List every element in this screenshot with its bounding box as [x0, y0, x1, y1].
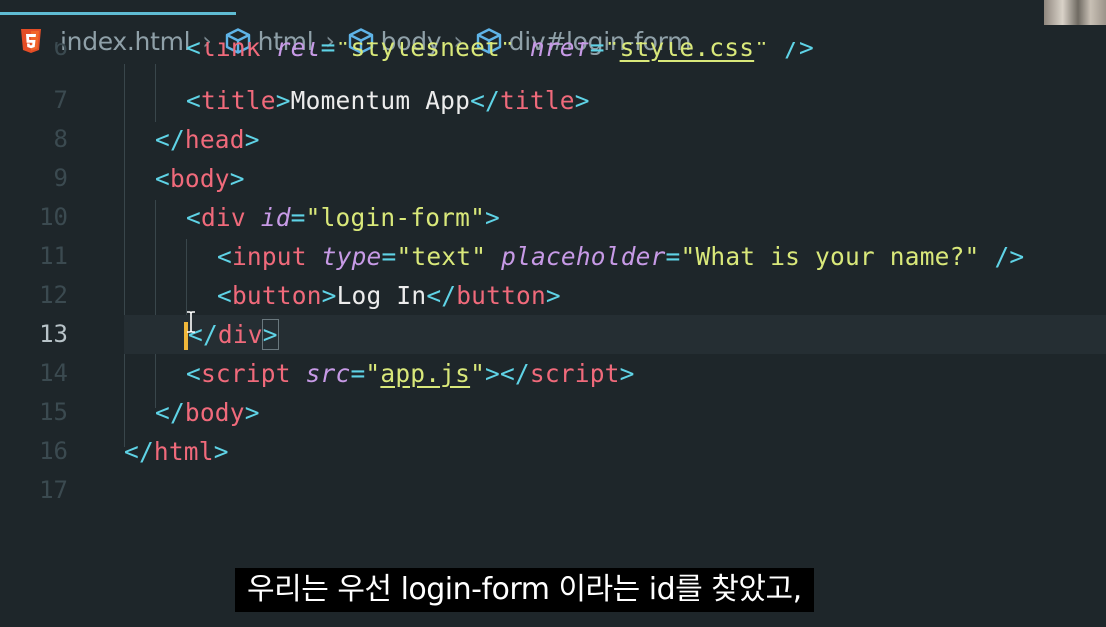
- code-line: 7 <title>Momentum App</title>: [0, 81, 1106, 120]
- code-text: <link rel="stylesheet" href="style.css" …: [186, 42, 814, 62]
- line-number: 8: [53, 125, 68, 153]
- line-number: 15: [39, 398, 68, 426]
- code-text: </div>: [184, 315, 279, 354]
- code-text: <title>Momentum App</title>: [186, 86, 590, 115]
- line-number: 6: [53, 42, 68, 61]
- line-number: 17: [39, 476, 68, 504]
- title-text: Momentum App: [290, 86, 471, 115]
- tag-name: title: [200, 86, 276, 115]
- attr-value: "text": [396, 242, 487, 271]
- button-text: Log In: [336, 281, 427, 310]
- code-text: </html>: [124, 437, 229, 466]
- tag-name: input: [231, 242, 307, 271]
- attr-name: src: [305, 359, 351, 388]
- tag-name: button: [456, 281, 546, 310]
- attr-value: "What is your name?": [680, 242, 980, 271]
- code-line: 17: [0, 471, 1106, 510]
- code-line: 14 <script src="app.js"></script>: [0, 354, 1106, 393]
- code-text: <input type="text" placeholder="What is …: [217, 242, 1025, 271]
- tag-name: body: [169, 164, 230, 193]
- attr-name: id: [260, 203, 291, 232]
- code-editor[interactable]: 6 <link rel="stylesheet" href="style.css…: [0, 42, 1106, 506]
- attr-name: type: [321, 242, 382, 271]
- code-line: 10 <div id="login-form">: [0, 198, 1106, 237]
- tag-name: title: [499, 86, 575, 115]
- code-text: </body>: [155, 398, 260, 427]
- tag-name: head: [184, 125, 245, 154]
- code-line: 9 <body>: [0, 159, 1106, 198]
- code-text: <script src="app.js"></script>: [186, 359, 635, 388]
- attr-value[interactable]: app.js: [380, 359, 470, 388]
- tag-name: script: [200, 359, 291, 388]
- code-line: 12 <button>Log In</button>: [0, 276, 1106, 315]
- line-number: 13: [39, 320, 68, 348]
- tag-name: div: [200, 203, 246, 232]
- webcam-overlay: [1044, 0, 1106, 25]
- line-number: 9: [53, 164, 68, 192]
- video-subtitle: 우리는 우선 login-form 이라는 id를 찾았고,: [235, 568, 814, 612]
- tag-name: body: [184, 398, 245, 427]
- line-number: 10: [39, 203, 68, 231]
- code-line: 16 </html>: [0, 432, 1106, 471]
- attr-value: "login-form": [305, 203, 486, 232]
- code-text: <body>: [155, 164, 245, 193]
- attr-name: placeholder: [501, 242, 666, 271]
- mouse-ibeam-cursor-icon: [187, 311, 195, 333]
- line-number: 16: [39, 437, 68, 465]
- active-tab-indicator: [0, 12, 236, 15]
- tag-name: button: [231, 281, 322, 310]
- code-text: </head>: [155, 125, 260, 154]
- line-number: 12: [39, 281, 68, 309]
- code-line: 15 </body>: [0, 393, 1106, 432]
- code-text: <div id="login-form">: [186, 203, 500, 232]
- tag-name: script: [529, 359, 620, 388]
- code-line: 6 <link rel="stylesheet" href="style.css…: [0, 42, 1106, 64]
- tag-name: div: [217, 320, 263, 349]
- line-number: 14: [39, 359, 68, 387]
- line-number: 7: [53, 86, 68, 114]
- code-text: <button>Log In</button>: [217, 281, 561, 310]
- line-number: 11: [39, 242, 68, 270]
- code-line: 8 </head>: [0, 120, 1106, 159]
- tag-name: html: [153, 437, 214, 466]
- code-line: 11 <input type="text" placeholder="What …: [0, 237, 1106, 276]
- code-line: 13 </div>: [0, 315, 1106, 354]
